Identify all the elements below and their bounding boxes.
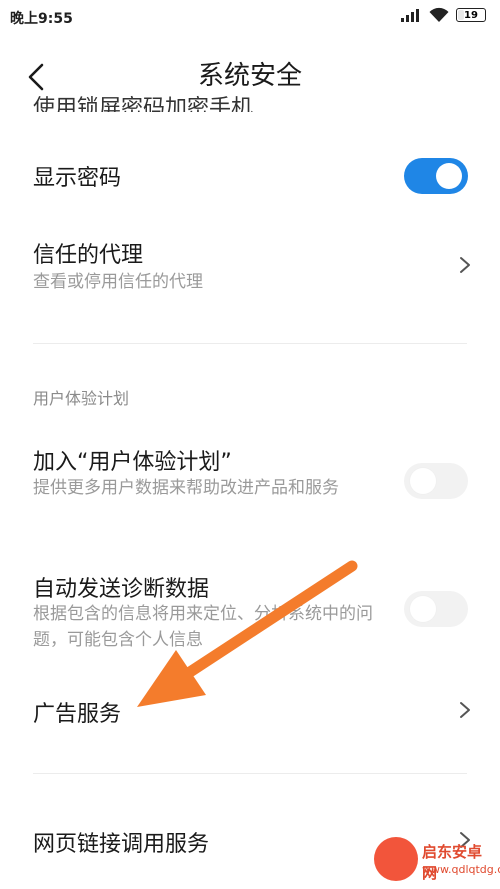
watermark-name: 启东安卓网: [422, 843, 483, 882]
encrypt-phone-item[interactable]: 使用锁屏密码加密手机: [33, 84, 253, 112]
ad-service-label: 广告服务: [33, 702, 122, 727]
show-password-toggle[interactable]: [404, 158, 468, 194]
divider: [33, 773, 467, 774]
trust-agents-label: 信任的代理: [33, 243, 144, 268]
auto-diagnostics-row[interactable]: 自动发送诊断数据 根据包含的信息将用来定位、分析系统中的问题，可能包含个人信息: [0, 565, 500, 665]
trust-agents-row[interactable]: 信任的代理 查看或停用信任的代理: [0, 225, 500, 335]
battery-level: 19: [464, 10, 478, 21]
join-ux-plan-row[interactable]: 加入“用户体验计划” 提供更多用户数据来帮助改进产品和服务: [0, 435, 500, 535]
signal-icon: [401, 9, 419, 22]
web-link-service-label: 网页链接调用服务: [33, 832, 210, 857]
watermark-logo-icon: [374, 837, 418, 881]
show-password-label: 显示密码: [33, 166, 122, 191]
status-bar: 晚上9:55 19: [0, 0, 500, 36]
chevron-right-icon: [460, 702, 470, 718]
ad-service-row[interactable]: 广告服务: [0, 680, 500, 750]
wifi-icon: [429, 7, 449, 22]
site-watermark: 启东安卓网 www.qdlqtdg.com: [374, 835, 500, 885]
encrypt-phone-label: 使用锁屏密码加密手机: [33, 96, 254, 112]
status-time: 晚上9:55: [10, 11, 73, 27]
auto-diagnostics-subtitle: 根据包含的信息将用来定位、分析系统中的问题，可能包含个人信息: [33, 604, 373, 650]
divider: [33, 343, 467, 344]
join-ux-plan-subtitle: 提供更多用户数据来帮助改进产品和服务: [33, 478, 339, 498]
toggle-knob: [436, 163, 462, 189]
show-password-row[interactable]: 显示密码: [0, 140, 500, 220]
auto-diagnostics-toggle[interactable]: [404, 591, 468, 627]
join-ux-plan-toggle[interactable]: [404, 463, 468, 499]
battery-icon: 19: [456, 8, 486, 22]
watermark-url: www.qdlqtdg.com: [422, 863, 500, 876]
section-label-ux: 用户体验计划: [33, 389, 130, 408]
trust-agents-subtitle: 查看或停用信任的代理: [33, 272, 203, 292]
join-ux-plan-label: 加入“用户体验计划”: [33, 450, 232, 475]
toggle-knob: [410, 468, 436, 494]
chevron-right-icon: [460, 257, 470, 273]
toggle-knob: [410, 596, 436, 622]
status-icons: 19: [400, 7, 486, 23]
auto-diagnostics-label: 自动发送诊断数据: [33, 577, 210, 602]
